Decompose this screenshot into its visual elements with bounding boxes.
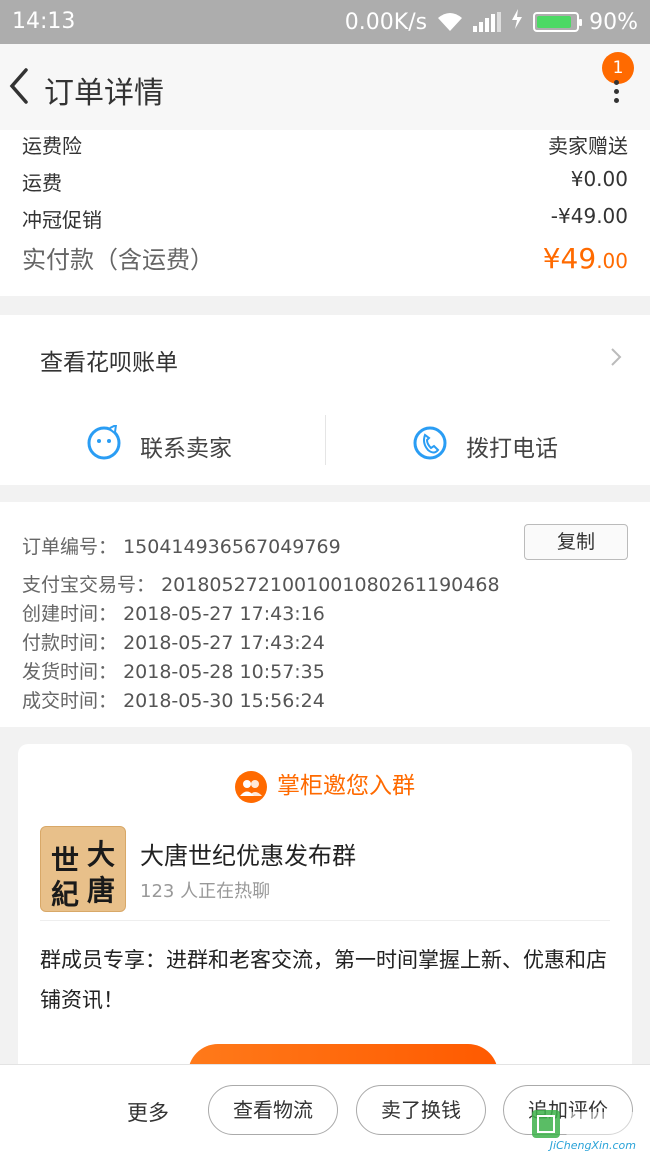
group-header: 掌柜邀您入群 [18,766,632,803]
info-key: 付款时间： [22,632,118,654]
signal-icon [473,12,502,32]
group-member-count: 123 人正在热聊 [140,881,271,902]
fee-summary: 运费险 卖家赠送 运费 ¥0.00 冲冠促销 -¥49.00 实付款（含运费） … [0,130,650,296]
info-value: 2018-05-27 17:43:16 [123,603,325,625]
nav-bar: 订单详情 1 [0,44,650,130]
copy-button[interactable]: 复制 [524,524,628,560]
action-divider [325,415,326,465]
view-logistics-button[interactable]: 查看物流 [208,1085,338,1135]
info-row-paid: 付款时间： 2018-05-27 17:43:24 [22,628,325,655]
shipping-label: 运费 [22,171,62,195]
group-people-icon [235,770,267,803]
huabei-bill-link[interactable]: 查看花呗账单 [40,343,178,377]
group-description: 群成员专享：进群和老客交流，第一时间掌握上新、优惠和店铺资讯！ [40,948,607,1012]
resell-button[interactable]: 卖了换钱 [356,1085,486,1135]
order-info: 订单编号： 150414936567049769 复制 支付宝交易号： 2018… [0,502,650,727]
net-speed: 0.00K/s [344,9,428,35]
group-name[interactable]: 大唐世纪优惠发布群 [140,836,356,871]
back-icon[interactable] [6,66,36,106]
contact-seller-button[interactable]: 联系卖家 [86,423,232,467]
fee-row-insurance: 运费险 卖家赠送 [22,130,628,159]
chevron-right-icon[interactable] [610,347,622,367]
group-avatar[interactable]: 大 世 唐 紀 [40,826,126,912]
info-row-created: 创建时间： 2018-05-27 17:43:16 [22,599,325,626]
insurance-value: 卖家赠送 [548,134,628,158]
info-row-order-no: 订单编号： 150414936567049769 [22,532,341,559]
info-key: 支付宝交易号： [22,574,156,596]
chat-bubble-icon [86,423,122,467]
more-button[interactable]: 更多 [127,1097,169,1127]
battery-percent: 90% [589,9,638,35]
fee-row-total: 实付款（含运费） ¥49.00 [22,240,628,275]
charging-icon [511,9,523,35]
total-value-main: ¥49 [542,242,597,275]
info-key: 订单编号： [22,536,118,558]
info-row-shipped: 发货时间： 2018-05-28 10:57:35 [22,657,325,684]
info-key: 成交时间： [22,690,118,712]
status-time: 14:13 [12,9,76,34]
action-panel: 查看花呗账单 联系卖家 拨打电话 [0,315,650,485]
watermark-site: JiChengXin.com [549,1139,636,1152]
site-watermark: JiChengXin.com [524,1108,644,1154]
total-value: ¥49.00 [543,242,628,275]
shipping-value: ¥0.00 [570,167,628,191]
total-value-decimal: .00 [596,249,628,273]
total-label: 实付款（含运费） [22,246,214,274]
info-row-completed: 成交时间： 2018-05-30 15:56:24 [22,686,325,713]
promo-label: 冲冠促销 [22,208,102,232]
phone-icon [412,425,448,467]
group-header-text: 掌柜邀您入群 [277,773,415,799]
fee-row-shipping: 运费 ¥0.00 [22,167,628,196]
call-label: 拨打电话 [466,436,558,462]
group-divider [40,920,610,921]
info-row-alipay-no: 支付宝交易号： 2018052721001001080261190468 [22,570,500,597]
contact-seller-label: 联系卖家 [140,436,232,462]
wifi-icon [437,12,463,32]
call-button[interactable]: 拨打电话 [412,425,558,467]
info-value: 150414936567049769 [123,536,341,558]
more-menu-icon[interactable] [612,80,620,110]
status-bar: 14:13 0.00K/s 90% [0,0,650,44]
page-title: 订单详情 [44,76,164,111]
info-key: 发货时间： [22,661,118,683]
info-value: 2018-05-28 10:57:35 [123,661,325,683]
avatar-char: 大 [87,838,116,871]
fee-row-promo: 冲冠促销 -¥49.00 [22,204,628,233]
group-invite-card: 掌柜邀您入群 大 世 唐 紀 大唐世纪优惠发布群 123 人正在热聊 群成员专享… [18,744,632,1104]
info-value: 2018-05-27 17:43:24 [123,632,325,654]
status-right: 0.00K/s 90% [345,9,638,35]
avatar-char: 紀 [51,878,80,911]
avatar-char: 唐 [87,874,116,907]
promo-value: -¥49.00 [550,204,628,228]
info-key: 创建时间： [22,603,118,625]
info-value: 2018-05-30 15:56:24 [123,690,325,712]
insurance-label: 运费险 [22,134,82,158]
battery-fill [537,16,572,28]
battery-icon [533,12,583,32]
info-value: 2018052721001001080261190468 [161,574,500,596]
